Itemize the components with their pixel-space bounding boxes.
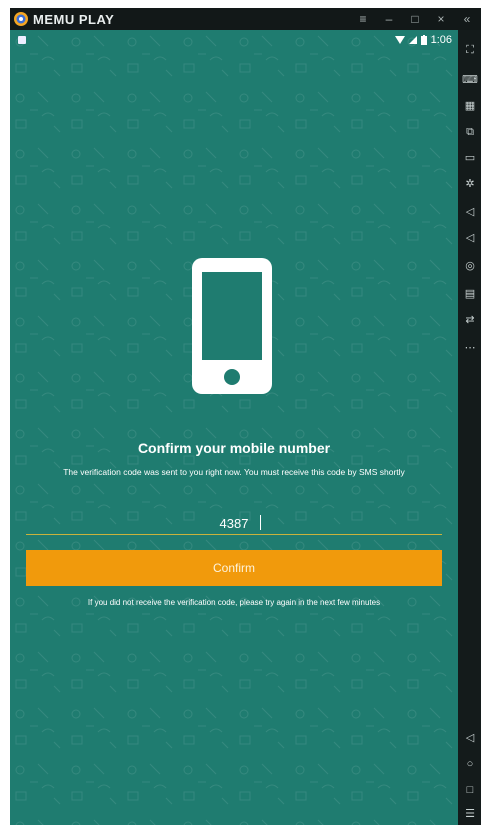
volume-up-icon[interactable]: ◁ xyxy=(462,204,478,220)
more-icon[interactable]: ⋯ xyxy=(462,340,478,356)
memu-logo-icon xyxy=(14,12,28,26)
folder-icon[interactable]: ▤ xyxy=(462,286,478,302)
title-bar: MEMU PLAY ≡ – □ × « xyxy=(10,8,481,30)
close-icon[interactable]: × xyxy=(433,10,449,28)
signal-icon xyxy=(408,36,417,44)
app-brand: MEMU PLAY xyxy=(33,11,115,27)
record-icon[interactable]: ⧉ xyxy=(462,124,478,140)
collapse-icon[interactable]: « xyxy=(459,10,475,28)
home-icon[interactable]: ○ xyxy=(462,756,478,772)
status-bar: 1:06 xyxy=(10,30,458,50)
scan-icon[interactable]: ▦ xyxy=(462,98,478,114)
rotate-icon[interactable]: ⇄ xyxy=(462,312,478,328)
notification-icon xyxy=(18,36,26,44)
settings-icon[interactable]: ✲ xyxy=(462,176,478,192)
text-cursor xyxy=(260,515,261,530)
background-pattern xyxy=(10,30,458,825)
minimize-icon[interactable]: – xyxy=(381,10,397,28)
volume-down-icon[interactable]: ◁ xyxy=(462,230,478,246)
clock: 1:06 xyxy=(430,34,452,46)
emulator-sidebar: ⛶ ⌨ ▦ ⧉ ▭ ✲ ◁ ◁ ◎ ▤ ⇄ ⋯ ◁ ○ □ ☰ xyxy=(458,30,481,825)
window-controls: ≡ – □ × « xyxy=(355,10,475,28)
confirm-button[interactable]: Confirm xyxy=(26,550,442,586)
location-icon[interactable]: ◎ xyxy=(462,258,478,274)
wifi-icon xyxy=(394,36,405,44)
maximize-icon[interactable]: □ xyxy=(407,10,423,28)
android-screen: 1:06 Confirm your mobile number The veri… xyxy=(10,30,458,825)
menu-icon[interactable]: ≡ xyxy=(355,10,371,28)
page-title: Confirm your mobile number xyxy=(137,440,331,456)
phone-icon xyxy=(192,258,272,394)
status-indicators: 1:06 xyxy=(394,30,452,50)
menu-icon[interactable]: ☰ xyxy=(462,806,478,822)
emulator-window: MEMU PLAY ≡ – □ × « 1:06 Confirm your mo… xyxy=(10,8,481,825)
fullscreen-icon[interactable]: ⛶ xyxy=(462,42,478,58)
window-icon[interactable]: ▭ xyxy=(462,150,478,166)
verification-description: The verification code was sent to you ri… xyxy=(63,467,405,477)
battery-icon xyxy=(420,35,427,45)
back-icon[interactable]: ◁ xyxy=(462,730,478,746)
keyboard-icon[interactable]: ⌨ xyxy=(462,72,478,88)
retry-hint: If you did not receive the verification … xyxy=(87,598,381,607)
recents-icon[interactable]: □ xyxy=(462,782,478,798)
verification-code-input[interactable] xyxy=(26,512,442,535)
